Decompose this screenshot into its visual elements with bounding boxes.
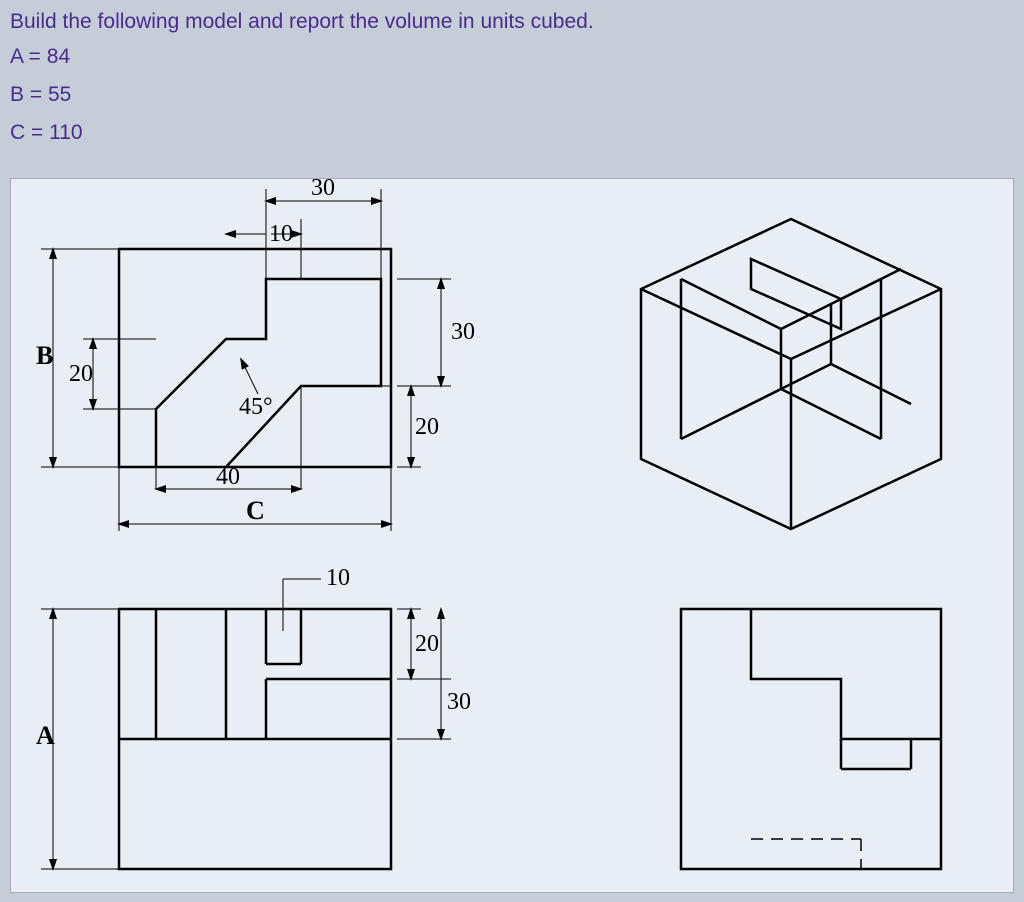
param-C: C = 110 (10, 114, 1024, 152)
dim-B: B (36, 341, 53, 370)
dim-top-10: 10 (269, 221, 293, 247)
dim-bot-40: 40 (216, 464, 240, 490)
param-A: A = 84 (10, 38, 1024, 76)
param-B: B = 55 (10, 76, 1024, 114)
side-view (681, 609, 941, 869)
dim-A: A (36, 721, 55, 750)
dim-angle-45: 45° (239, 394, 273, 420)
engineering-drawing: 30 10 B 20 45° (11, 179, 1015, 894)
dim-C: C (246, 496, 265, 525)
instruction-text: Build the following model and report the… (0, 0, 1024, 38)
dim-top-30: 30 (311, 179, 335, 201)
page: Build the following model and report the… (0, 0, 1024, 902)
top-view: 10 A 20 30 (36, 565, 471, 869)
dim-lower-30: 30 (447, 689, 471, 715)
dim-mid-10: 10 (326, 565, 350, 591)
isometric-view (641, 219, 941, 529)
parameters-block: A = 84 B = 55 C = 110 (0, 38, 1024, 151)
dim-right-30: 30 (451, 319, 475, 345)
front-view: 30 10 B 20 45° (36, 179, 475, 531)
drawing-area: 30 10 B 20 45° (10, 178, 1014, 893)
dim-lower-20: 20 (415, 631, 439, 657)
dim-right-20: 20 (415, 414, 439, 440)
dim-left-20: 20 (69, 361, 93, 387)
